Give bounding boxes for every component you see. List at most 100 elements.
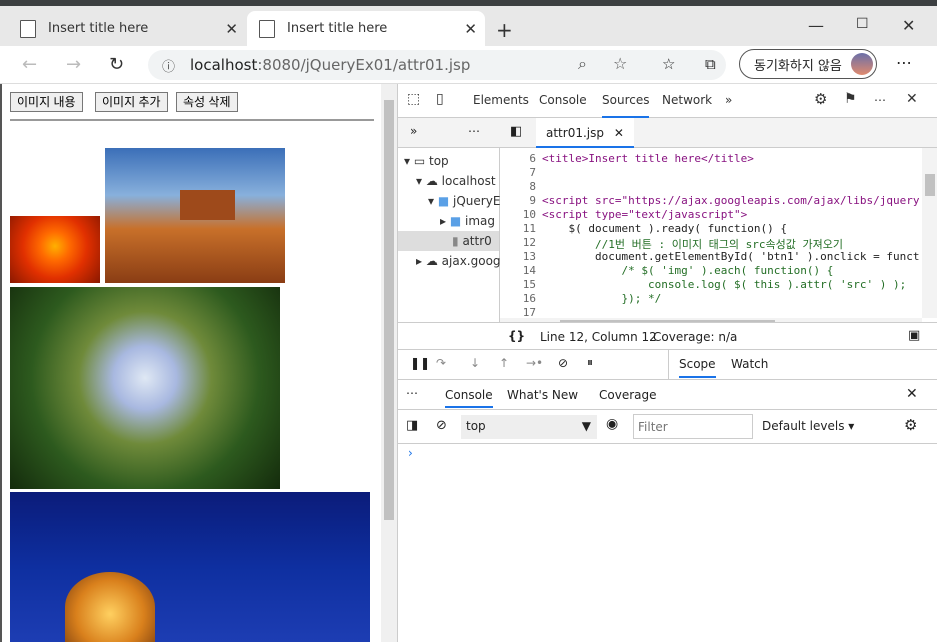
deactivate-breakpoints-icon[interactable]: ⊘ [558, 356, 568, 370]
step-into-icon[interactable]: ↓ [470, 356, 480, 370]
line-number[interactable]: 11 [500, 222, 536, 235]
tab-sources[interactable]: Sources [602, 93, 650, 118]
code-line: <script src="https://ajax.googleapis.com… [542, 194, 920, 207]
inspect-icon[interactable]: ⬚ [407, 91, 420, 107]
device-icon[interactable]: ▯ [436, 91, 444, 107]
code-line: document.getElementById( 'btn1' ).onclic… [542, 250, 920, 263]
new-tab-icon[interactable]: + [496, 18, 513, 42]
devtools-panel: ⬚ ▯ Elements Console Sources Network » ⚙… [397, 84, 937, 642]
refresh-icon[interactable]: ↻ [109, 54, 124, 75]
line-number[interactable]: 9 [500, 194, 536, 207]
tab-title: Insert title here [287, 21, 388, 36]
step-over-icon[interactable]: ↷ [436, 356, 446, 370]
url-box[interactable]: ⓘ localhost:8080/jQueryEx01/attr01.jsp ⌕… [148, 50, 726, 80]
close-tab-icon[interactable]: ✕ [225, 20, 238, 38]
console-toolbar: ◨ ⊘ top ▼ ◉ Default levels ▾ ⚙ [398, 410, 937, 444]
tree-item-project[interactable]: ▾ ■ jQueryE [428, 194, 500, 208]
filter-input[interactable] [633, 414, 753, 439]
drawer-tab-whats-new[interactable]: What's New [507, 388, 578, 402]
line-number[interactable]: 14 [500, 264, 536, 277]
more-icon[interactable]: ⋯ [874, 93, 886, 107]
scrollbar-thumb[interactable] [925, 174, 935, 196]
favorite-star-icon[interactable]: ☆ [613, 54, 627, 73]
line-number[interactable]: 15 [500, 278, 536, 291]
console-sidebar-icon[interactable]: ◨ [406, 418, 418, 433]
settings-icon[interactable]: ⚙ [814, 90, 827, 108]
line-number[interactable]: 6 [500, 152, 536, 165]
code-vscrollbar[interactable] [922, 148, 937, 318]
close-tab-icon[interactable]: ✕ [464, 20, 477, 38]
back-icon[interactable]: ← [22, 54, 37, 75]
add-image-button[interactable]: 이미지 추가 [95, 92, 168, 112]
levels-select[interactable]: Default levels ▾ [762, 419, 854, 433]
close-file-icon[interactable]: ✕ [614, 126, 624, 140]
maximize-icon[interactable]: ☐ [856, 16, 869, 32]
tree-item-localhost[interactable]: ▾ ☁ localhost [416, 174, 496, 188]
pause-icon[interactable]: ❚❚ [410, 356, 430, 370]
close-drawer-icon[interactable]: ✕ [906, 386, 918, 402]
drawer-tab-console[interactable]: Console [445, 388, 493, 408]
favorites-icon[interactable]: ☆ [662, 55, 675, 73]
drawer-tab-coverage[interactable]: Coverage [599, 388, 657, 402]
clear-console-icon[interactable]: ⊘ [436, 418, 447, 433]
scrollbar-thumb[interactable] [384, 100, 394, 520]
tree-item-images[interactable]: ▸ ■ imag [440, 214, 495, 228]
context-select[interactable]: top ▼ [461, 415, 597, 439]
code-line: /* $( 'img' ).each( function() { [542, 264, 834, 277]
close-window-icon[interactable]: ✕ [902, 16, 915, 35]
line-number[interactable]: 13 [500, 250, 536, 263]
tree-item-file[interactable]: ▮ attr0 [398, 231, 499, 251]
more-tabs-icon[interactable]: » [725, 93, 732, 107]
minimize-icon[interactable]: — [808, 16, 824, 35]
console-settings-icon[interactable]: ⚙ [904, 416, 917, 434]
tab-watch[interactable]: Watch [731, 357, 768, 371]
tab-elements[interactable]: Elements [473, 93, 529, 107]
levels-label: Default levels [762, 419, 845, 433]
step-icon[interactable]: →• [526, 356, 543, 370]
more-icon[interactable]: ⋯ [896, 53, 912, 72]
line-number[interactable]: 16 [500, 292, 536, 305]
feedback-icon[interactable]: ⚑ [844, 91, 857, 107]
line-number[interactable]: 10 [500, 208, 536, 221]
more-panes-icon[interactable]: » [410, 124, 417, 138]
pretty-print-icon[interactable]: {} [508, 329, 525, 343]
tree-item-top[interactable]: ▾ ▭ top [404, 154, 449, 168]
eye-icon[interactable]: ◉ [606, 416, 618, 432]
tab-network[interactable]: Network [662, 93, 712, 107]
toggle-drawer-icon[interactable]: ▣ [908, 328, 920, 343]
close-devtools-icon[interactable]: ✕ [906, 91, 918, 107]
code-lines[interactable]: 6 <title>Insert title here</title> 7 8 9 <scr… [500, 148, 922, 318]
line-number[interactable]: 17 [500, 306, 536, 318]
navigator-menu-icon[interactable]: ⋯ [468, 124, 480, 138]
browser-tab-2[interactable]: Insert title here ✕ [247, 11, 485, 46]
page-icon [20, 19, 36, 38]
forward-icon[interactable]: → [66, 54, 81, 75]
tree-item-ajax[interactable]: ▸ ☁ ajax.goog [416, 254, 501, 268]
image-content-button[interactable]: 이미지 내용 [10, 92, 83, 112]
line-number[interactable]: 7 [500, 166, 536, 179]
sync-label: 동기화하지 않음 [754, 58, 842, 74]
file-tab[interactable]: attr01.jsp ✕ [536, 118, 634, 148]
info-icon[interactable]: ⓘ [162, 56, 175, 75]
avatar[interactable] [851, 53, 873, 75]
line-number[interactable]: 12 [500, 236, 536, 249]
page-icon [259, 19, 275, 38]
remove-attr-button[interactable]: 속성 삭제 [176, 92, 238, 112]
devtools-tab-bar: ⬚ ▯ Elements Console Sources Network » ⚙… [398, 84, 937, 118]
sync-button[interactable]: 동기화하지 않음 [739, 49, 877, 79]
line-number[interactable]: 8 [500, 180, 536, 193]
pause-on-exceptions-icon[interactable]: ⏸ [587, 355, 593, 370]
desert-image [105, 148, 285, 283]
console-prompt-icon[interactable]: › [408, 446, 413, 460]
tab-console[interactable]: Console [539, 93, 587, 107]
toggle-navigator-icon[interactable]: ◧ [510, 124, 522, 139]
page-scrollbar[interactable] [381, 84, 397, 642]
url-text[interactable]: localhost:8080/jQueryEx01/attr01.jsp [190, 56, 470, 74]
navigator-header: » ⋯ [398, 118, 500, 148]
browser-tab-1[interactable]: Insert title here ✕ [8, 11, 246, 46]
collections-icon[interactable]: ⧉ [705, 55, 716, 73]
zoom-search-icon[interactable]: ⌕ [578, 54, 587, 74]
tab-scope[interactable]: Scope [679, 357, 716, 378]
step-out-icon[interactable]: ↑ [499, 356, 509, 370]
drawer-menu-icon[interactable]: ⋯ [406, 386, 418, 400]
